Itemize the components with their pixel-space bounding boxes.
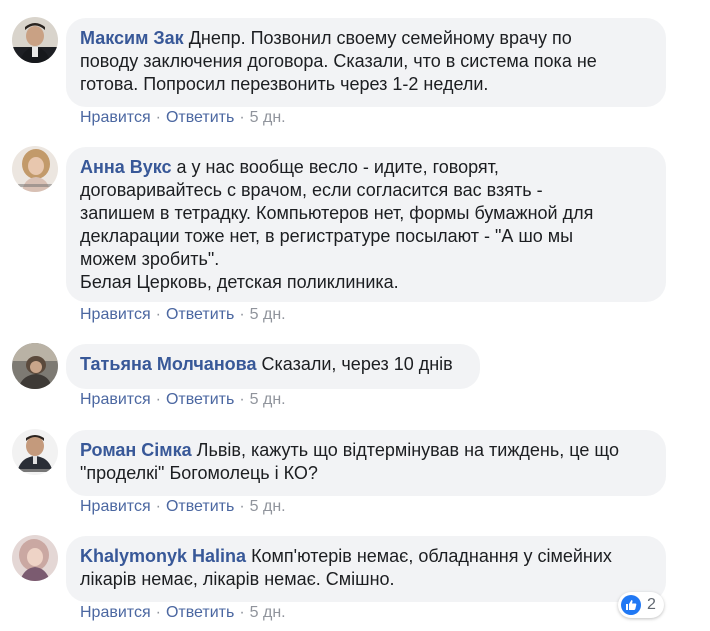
reply-button[interactable]: Ответить xyxy=(166,391,234,408)
comment-text: Львів, кажуть що відтермінував на тижден… xyxy=(191,440,619,460)
comment-text: а у нас вообще весло - идите, говорят, xyxy=(171,157,499,177)
avatar[interactable] xyxy=(12,17,58,63)
avatar[interactable] xyxy=(12,535,58,581)
avatar[interactable] xyxy=(12,429,58,475)
comment-actions: Нравится · Ответить · 5 дн. xyxy=(80,306,286,323)
reply-button[interactable]: Ответить xyxy=(166,498,234,515)
comment-bubble: Татьяна Молчанова Сказали, через 10 днів xyxy=(66,344,480,389)
like-icon xyxy=(621,595,641,615)
comment-text: Комп'ютерів немає, обладнання у сімейних xyxy=(246,546,612,566)
like-button[interactable]: Нравится xyxy=(80,109,151,126)
author-name[interactable]: Максим Зак xyxy=(80,28,184,48)
reply-button[interactable]: Ответить xyxy=(166,109,234,126)
like-button[interactable]: Нравится xyxy=(80,306,151,323)
comment-text: готова. Попросил перезвонить через 1-2 н… xyxy=(80,74,489,94)
like-button[interactable]: Нравится xyxy=(80,391,151,408)
reaction-count: 2 xyxy=(647,596,656,613)
like-button[interactable]: Нравится xyxy=(80,604,151,621)
comment-bubble: Роман Сімка Львів, кажуть що відтермінув… xyxy=(66,430,666,496)
comment-text: запишем в тетрадку. Компьютеров нет, фор… xyxy=(80,203,594,223)
avatar[interactable] xyxy=(12,146,58,192)
comment-text: Днепр. Позвонил своему семейному врачу п… xyxy=(183,28,572,48)
comment-text: декларации тоже нет, в регистратуре посы… xyxy=(80,226,574,246)
author-name[interactable]: Анна Вукс xyxy=(80,157,172,177)
comment-bubble: Khalymonyk Halina Комп'ютерів немає, обл… xyxy=(66,536,666,602)
timestamp[interactable]: 5 дн. xyxy=(250,604,286,621)
comment-actions: Нравится · Ответить · 5 дн. xyxy=(80,109,286,126)
comment-text: поводу заключения договора. Сказали, что… xyxy=(80,51,597,71)
avatar[interactable] xyxy=(12,343,58,389)
comment-actions: Нравится · Ответить · 5 дн. xyxy=(80,391,286,408)
reply-button[interactable]: Ответить xyxy=(166,306,234,323)
comment-text: Белая Церковь, детская поликлиника. xyxy=(80,272,399,292)
comment-text: "проделкі" Богомолець і КО? xyxy=(80,463,318,483)
reply-button[interactable]: Ответить xyxy=(166,604,234,621)
comment-bubble: Максим Зак Днепр. Позвонил своему семейн… xyxy=(66,18,666,107)
comment-text: можем зробить". xyxy=(80,249,220,269)
author-name[interactable]: Khalymonyk Halina xyxy=(80,546,246,566)
comment-text: договаривайтесь с врачом, если согласитс… xyxy=(80,180,543,200)
comment-text: лікарів немає, лікарів немає. Смішно. xyxy=(80,569,395,589)
author-name[interactable]: Татьяна Молчанова xyxy=(80,354,257,374)
timestamp[interactable]: 5 дн. xyxy=(250,109,286,126)
comment-bubble: Анна Вукс а у нас вообще весло - идите, … xyxy=(66,147,666,302)
timestamp[interactable]: 5 дн. xyxy=(250,306,286,323)
timestamp[interactable]: 5 дн. xyxy=(250,391,286,408)
comment-actions: Нравится · Ответить · 5 дн. xyxy=(80,604,286,621)
timestamp[interactable]: 5 дн. xyxy=(250,498,286,515)
reaction-badge[interactable]: 2 xyxy=(618,592,664,618)
like-button[interactable]: Нравится xyxy=(80,498,151,515)
author-name[interactable]: Роман Сімка xyxy=(80,440,192,460)
comment-text: Сказали, через 10 днів xyxy=(256,354,453,374)
comment-actions: Нравится · Ответить · 5 дн. xyxy=(80,498,286,515)
